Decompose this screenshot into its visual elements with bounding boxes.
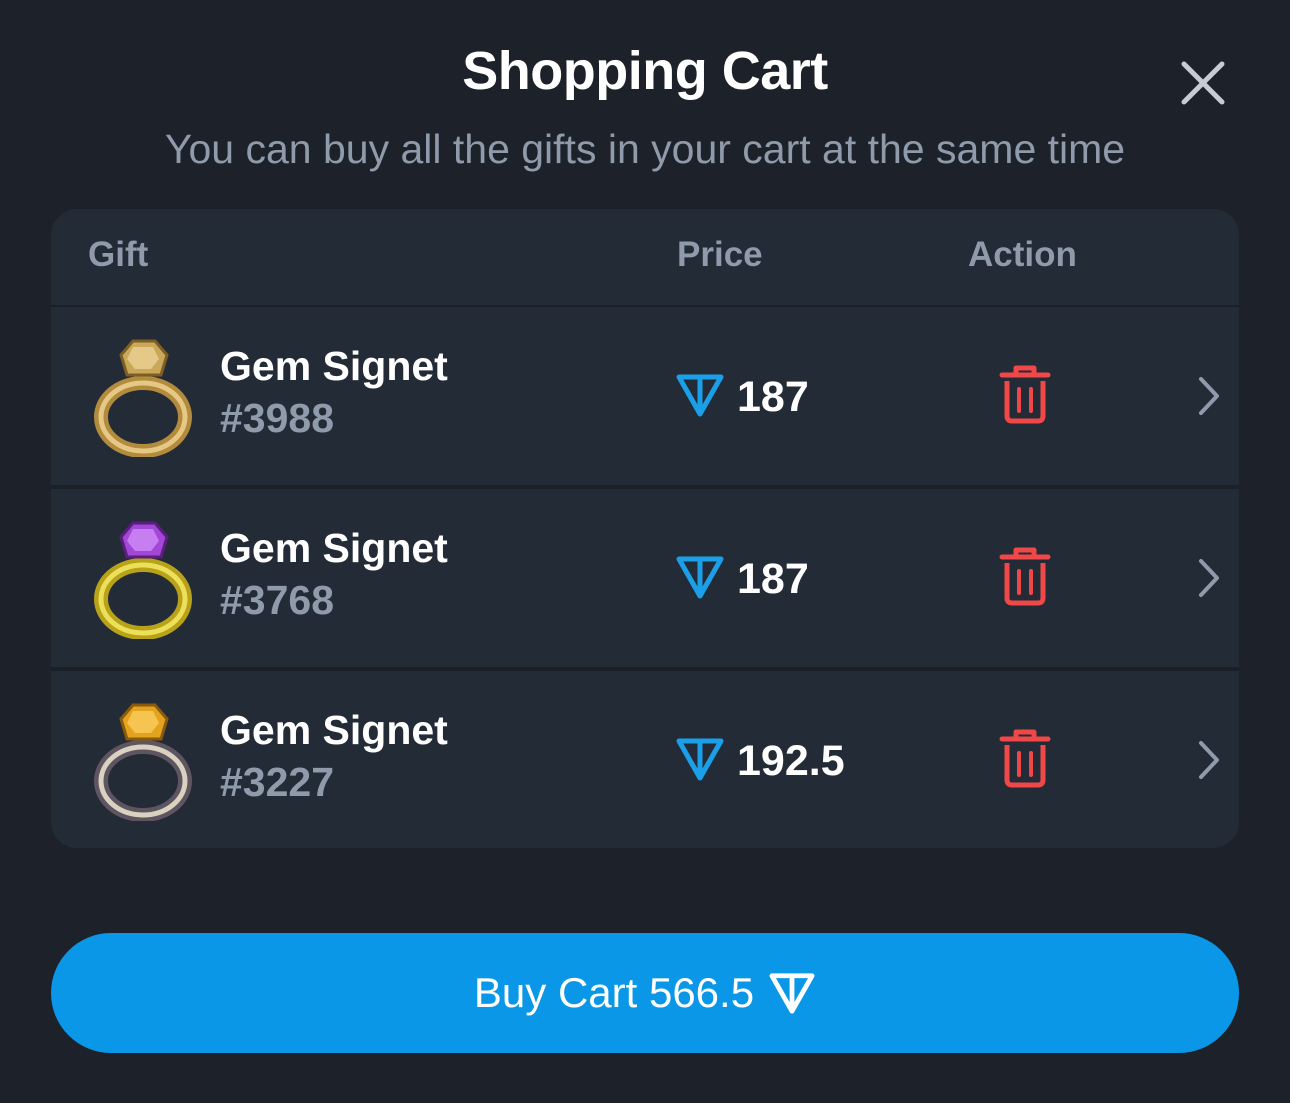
gift-name: Gem Signet xyxy=(220,525,448,571)
gift-number: #3227 xyxy=(220,759,335,805)
gift-price: 187 xyxy=(737,555,809,603)
chevron-right-icon xyxy=(1199,741,1219,779)
gift-number: #3768 xyxy=(220,577,335,623)
table-row[interactable]: Gem Signet #3768 187 xyxy=(51,489,1239,667)
table-row[interactable]: Gem Signet #3988 187 xyxy=(51,307,1239,485)
ring-image xyxy=(94,339,192,457)
gift-price: 187 xyxy=(737,373,809,421)
page-subtitle: You can buy all the gifts in your cart a… xyxy=(164,126,1126,172)
chevron-right-icon xyxy=(1199,559,1219,597)
table-header: Gift Price Action xyxy=(51,209,1239,305)
ring-image xyxy=(94,521,192,639)
shopping-cart-sheet: Shopping Cart You can buy all the gifts … xyxy=(0,0,1290,1103)
trash-icon[interactable] xyxy=(999,728,1051,788)
gift-price: 192.5 xyxy=(737,737,845,785)
trash-icon[interactable] xyxy=(999,364,1051,424)
chevron-right-icon xyxy=(1199,377,1219,415)
cart-table: Gift Price Action Gem Signet #3988 187 G… xyxy=(51,209,1239,848)
ton-icon xyxy=(676,374,724,417)
table-row[interactable]: Gem Signet #3227 192.5 xyxy=(51,671,1239,848)
buy-cart-label: Buy Cart 566.5 xyxy=(473,969,755,1016)
column-header-price: Price xyxy=(677,235,763,274)
column-header-gift: Gift xyxy=(88,235,149,274)
gift-number: #3988 xyxy=(220,395,335,441)
buy-cart-button[interactable]: Buy Cart 566.5 xyxy=(51,933,1239,1053)
gift-name: Gem Signet xyxy=(220,707,448,753)
ton-icon xyxy=(676,738,724,781)
ring-image xyxy=(94,703,192,821)
ton-icon xyxy=(676,556,724,599)
trash-icon[interactable] xyxy=(999,546,1051,606)
ton-icon xyxy=(769,973,815,1014)
close-icon[interactable] xyxy=(1172,52,1234,114)
column-header-action: Action xyxy=(968,235,1077,274)
page-title: Shopping Cart xyxy=(462,41,828,101)
gift-name: Gem Signet xyxy=(220,343,448,389)
